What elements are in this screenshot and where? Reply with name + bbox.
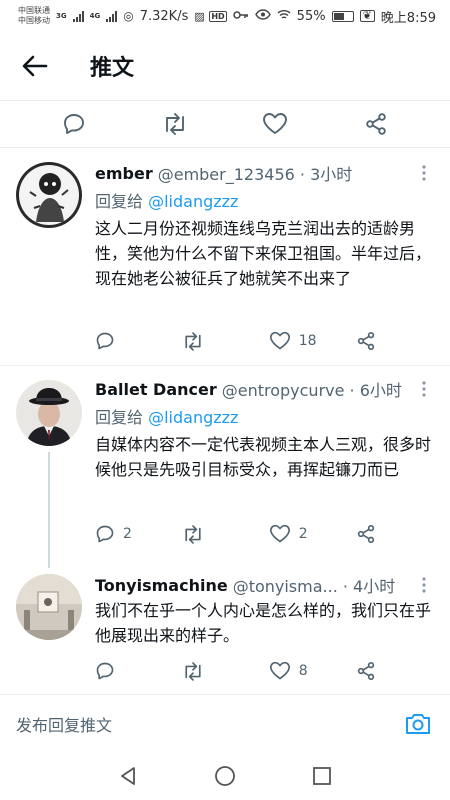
retweet-icon (185, 524, 201, 544)
heart-icon (269, 331, 290, 350)
heart-icon (269, 524, 290, 543)
more-vertical-icon (422, 381, 426, 397)
more-vertical-icon (422, 577, 426, 593)
reply-button[interactable] (95, 661, 182, 681)
camera-button[interactable] (402, 708, 434, 740)
more-options-button[interactable] (412, 381, 436, 397)
share-button[interactable] (356, 661, 395, 681)
retweet-icon (165, 113, 184, 135)
wifi-icon (277, 9, 291, 24)
comment-icon (64, 114, 85, 134)
mention-link[interactable]: @lidangzzz (148, 408, 238, 427)
display-name[interactable]: Ballet Dancer (95, 380, 217, 399)
heart-icon (269, 661, 290, 680)
mention-link[interactable]: @lidangzzz (148, 192, 238, 211)
back-button[interactable] (0, 36, 70, 96)
system-nav-bar (0, 752, 450, 800)
nav-home-button[interactable] (205, 756, 245, 796)
like-button[interactable]: 8 (269, 661, 356, 681)
gallery-icon: ▨ (194, 9, 205, 23)
arrow-left-icon (22, 55, 48, 77)
share-icon (357, 662, 374, 681)
reply-tweet-1[interactable]: ember @ember_123456 · 3小时 回复给 @lidangzzz… (0, 150, 450, 364)
display-name[interactable]: ember (95, 164, 153, 183)
hd-icon: HD (209, 10, 227, 22)
nav-recents-button[interactable] (302, 756, 342, 796)
status-bar: 中国联通 中国移动 3G 4G ◎ 7.32K/s ▨ HD 55% ❦ 晚上8… (0, 0, 450, 32)
reply-tweet-3[interactable]: Tonyismachine @tonyisma... · 4小时 我们不在乎一个… (0, 562, 450, 692)
share-icon (357, 332, 374, 351)
main-tweet-actions (0, 100, 450, 148)
heart-icon (263, 113, 288, 134)
comment-icon (96, 525, 114, 543)
comment-icon (96, 332, 114, 350)
tweet-actions: 2 2 (95, 519, 395, 549)
reply-button[interactable] (95, 331, 182, 351)
comment-icon (96, 662, 114, 680)
share-button[interactable] (356, 104, 396, 144)
replying-to: 回复给 @lidangzzz (95, 408, 239, 427)
battery-icon (331, 10, 354, 22)
signal-icon (72, 10, 84, 22)
like-button[interactable]: 2 (269, 524, 356, 544)
eye-icon (254, 8, 271, 24)
like-count: 8 (298, 663, 308, 679)
circle-home-icon (215, 766, 235, 786)
tweet-actions: 18 (95, 326, 395, 356)
handle-and-time: @ember_123456 · 3小时 (157, 165, 353, 184)
reply-compose-bar: 发布回复推文 (0, 694, 450, 752)
retweet-icon (185, 661, 201, 681)
network-speed: 7.32K/s (139, 8, 189, 24)
reply-input[interactable]: 发布回复推文 (16, 712, 402, 736)
nav-back-button[interactable] (108, 756, 148, 796)
like-button[interactable]: 18 (269, 331, 356, 351)
app-header: 推文 (0, 36, 450, 96)
handle-and-time: @tonyisma... · 4小时 (232, 577, 396, 596)
more-options-button[interactable] (412, 577, 436, 593)
leaf-icon: ❦ (359, 10, 375, 22)
tweet-actions: 8 (95, 656, 395, 686)
key-icon (232, 9, 249, 24)
retweet-button[interactable] (182, 661, 269, 681)
camera-icon (406, 713, 430, 734)
more-options-button[interactable] (412, 165, 436, 181)
battery-percent: 55% (296, 8, 326, 24)
share-icon (357, 525, 374, 544)
signal-icon-2 (106, 10, 118, 22)
carrier-mobile: 中国移动 (18, 16, 50, 25)
reply-button[interactable]: 2 (95, 524, 182, 544)
avatar[interactable] (16, 574, 82, 640)
display-name[interactable]: Tonyismachine (95, 576, 228, 595)
tweet-text: 我们不在乎一个人内心是怎么样的，我们只在乎他展现出来的样子。 (95, 601, 432, 645)
like-button[interactable] (255, 104, 295, 144)
retweet-button[interactable] (155, 104, 195, 144)
page-title: 推文 (90, 56, 135, 81)
retweet-button[interactable] (182, 524, 269, 544)
clock-time: 晚上8:59 (380, 10, 436, 26)
avatar[interactable] (16, 380, 82, 446)
square-recents-icon (312, 767, 331, 785)
retweet-icon (185, 331, 201, 351)
reply-tweet-2[interactable]: Ballet Dancer @entropycurve · 6小时 回复给 @l… (0, 366, 450, 560)
reply-count: 2 (123, 526, 132, 542)
share-icon (366, 113, 386, 135)
like-count: 18 (298, 333, 317, 349)
tweet-text: 这人二月份还视频连线乌克兰润出去的适龄男性，笑他为什么不留下来保卫祖国。半年过后… (95, 219, 432, 288)
share-button[interactable] (356, 331, 395, 351)
avatar[interactable] (16, 162, 82, 228)
reply-button[interactable] (54, 104, 94, 144)
carrier-unicom: 中国联通 (18, 6, 50, 15)
carrier-names: 中国联通 中国移动 (18, 6, 50, 26)
network-type-1: 3G (56, 12, 67, 20)
triangle-back-icon (121, 767, 136, 785)
replying-to: 回复给 @lidangzzz (95, 192, 239, 211)
like-count: 2 (298, 526, 308, 542)
retweet-button[interactable] (182, 331, 269, 351)
share-button[interactable] (356, 524, 395, 544)
more-vertical-icon (422, 165, 426, 181)
hotspot-icon: ◎ (123, 9, 134, 23)
tweet-text: 自媒体内容不一定代表视频主本人三观，很多时候他只是先吸引目标受众，再挥起镰刀而已 (95, 435, 432, 479)
network-type-2: 4G (89, 12, 101, 20)
handle-and-time: @entropycurve · 6小时 (221, 381, 402, 400)
